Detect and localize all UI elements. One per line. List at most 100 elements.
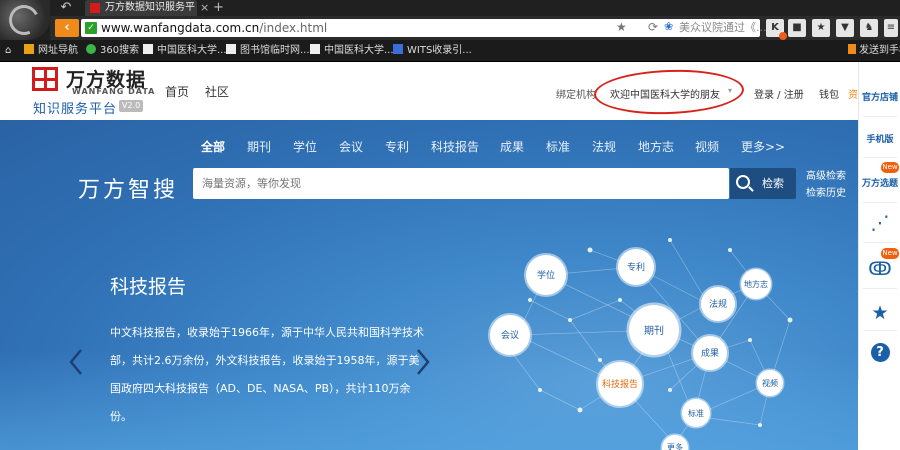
search-input[interactable] [193,168,729,199]
bookmark-item[interactable]: 网址导航 [24,40,78,62]
home-icon[interactable]: ⌂ [5,40,11,62]
bubble-journal[interactable]: 期刊 [626,302,682,358]
bookmark-label: 中国医科大学... [324,45,394,56]
truncated-link[interactable]: 资 [848,86,858,101]
share-icon[interactable]: ⋰ [859,212,900,234]
mobile-label: 手机版 [866,135,894,145]
bubble-conference[interactable]: 会议 [488,313,532,357]
bookmark-favicon-icon [393,44,403,54]
slide-title: 科技报告 [110,276,187,298]
wanfang-logo-icon[interactable] [32,67,58,91]
slide-description: 中文科技报告，收录始于1966年，源于中华人民共和国科学技术部，共计2.6万余份… [110,326,424,423]
wanfang-favicon-icon [90,3,100,13]
bubble-tech-report[interactable]: 科技报告 [596,360,644,408]
bubble-label: 科技报告 [602,378,638,390]
logo-subtitle: 知识服务平台 [33,102,118,117]
bookmark-favicon-icon [86,44,96,54]
phone-icon [848,44,856,54]
annotation-ellipse [593,67,745,117]
bubble-achievement[interactable]: 成果 [691,334,729,372]
bookmark-item[interactable]: 中国医科大学... [143,40,227,62]
browser-logo-icon[interactable] [0,0,50,40]
tab-all[interactable]: 全部 [201,138,225,155]
divider [863,288,897,289]
tab-close-button[interactable]: × [200,0,212,16]
browser-tab[interactable]: 万方数据知识服务平 [85,0,197,16]
menu-icon[interactable]: ≡ [884,19,898,37]
divider [863,157,897,158]
bookmark-item[interactable]: 360搜索 [86,40,139,62]
bubble-more[interactable]: 更多 [660,433,690,450]
tab-achievement[interactable]: 成果 [500,138,524,155]
rss-icon[interactable]: ↂ [859,258,900,280]
bubble-label: 成果 [701,347,719,359]
search-icon[interactable] [736,175,750,189]
reload-icon[interactable]: ⟳ [648,20,658,34]
nav-home[interactable]: 首页 [165,83,189,100]
tab-title: 万方数据知识服务平 [105,2,195,13]
logo-english: WANFANG DATA [72,87,156,96]
back-button[interactable]: ‹ [55,19,79,37]
tab-local-chronicle[interactable]: 地方志 [638,138,674,155]
tab-regulation[interactable]: 法规 [592,138,616,155]
tab-more[interactable]: 更多>> [741,138,785,155]
browser-chrome: ↶ 万方数据知识服务平 × + ‹ ✓ www.wanfangdata.com.… [0,0,900,62]
brand-title: 万方智搜 [78,178,179,203]
tab-degree[interactable]: 学位 [293,138,317,155]
tab-tech-report[interactable]: 科技报告 [431,138,479,155]
divider [863,202,897,203]
login-register-link[interactable]: 登录 / 注册 [754,86,804,101]
send-to-phone-label: 发送到手机 [859,45,900,56]
bubble-video[interactable]: 视频 [755,368,785,398]
wallet-link[interactable]: 钱包 [819,86,839,101]
tab-standard[interactable]: 标准 [546,138,570,155]
address-bar[interactable]: ✓ www.wanfangdata.com.cn/index.html ★ ⟳ … [81,19,767,37]
search-engine-icon[interactable]: ❀ [664,20,673,33]
new-tab-button[interactable]: + [213,0,225,16]
bubble-regulation[interactable]: 法规 [699,285,737,323]
bubble-degree[interactable]: 学位 [524,253,568,297]
tab-back-icon[interactable]: ↶ [56,0,76,16]
bubble-patent[interactable]: 专利 [616,247,656,287]
bookmark-label: WITS收录引... [407,45,472,56]
official-shop-link[interactable]: 官方店铺 [859,90,900,104]
search-history-link[interactable]: 检索历史 [806,184,846,199]
bookmark-item[interactable]: 中国医科大学... [310,40,394,62]
send-to-phone-link[interactable]: 发送到手机 [848,40,900,62]
lock-icon[interactable]: ■ [788,19,806,37]
topic-selection-link[interactable]: 万方选题 [859,176,900,190]
bubble-label: 更多 [667,442,683,450]
favorites-star-icon[interactable]: ★ [859,302,900,324]
favorites-star-icon[interactable]: ★ [812,19,830,37]
tab-conference[interactable]: 会议 [339,138,363,155]
bookmark-star-icon[interactable]: ★ [616,20,627,34]
advanced-search-link[interactable]: 高级检索 [806,167,846,182]
tab-journal[interactable]: 期刊 [247,138,271,155]
carousel-next-icon[interactable] [414,348,432,376]
bookmark-item[interactable]: 图书馆临时网... [226,40,310,62]
url-host: www.wanfangdata.com.cn [101,21,260,35]
download-icon[interactable]: ▼ [836,19,854,37]
help-icon[interactable]: ? [859,343,900,362]
tab-patent[interactable]: 专利 [385,138,409,155]
page-icon [226,44,236,54]
tab-video[interactable]: 视频 [695,138,719,155]
bookmark-item[interactable]: WITS收录引... [393,40,472,62]
right-sidebar: 官方店铺 手机版 New 万方选题 ⋰ New ↂ ★ ? [858,62,900,380]
browser-search-box[interactable]: 美众议院通过《... [679,19,777,37]
bubble-label: 视频 [762,378,778,388]
bubble-standard[interactable]: 标准 [680,397,712,429]
mobile-version-link[interactable]: 手机版 [859,132,900,146]
extension-k-icon[interactable]: K [766,19,787,40]
site-header: 万方数据 WANFANG DATA 知识服务平台 V2.0 首页 社区 绑定机构… [0,62,858,120]
bubble-label: 学位 [537,269,555,281]
nav-community[interactable]: 社区 [205,83,229,100]
gamepad-icon[interactable]: ♞ [860,19,878,37]
bookmark-favicon-icon [24,44,34,54]
url-path: /index.html [259,21,328,35]
bookmarks-bar: ⌂ 网址导航 360搜索 中国医科大学... 图书馆临时网... 中国医科大学.… [0,40,900,62]
bubble-local-chronicle[interactable]: 地方志 [739,267,773,301]
bind-institution-link[interactable]: 绑定机构 [556,86,596,101]
carousel-prev-icon[interactable] [67,348,85,376]
divider [863,116,897,117]
